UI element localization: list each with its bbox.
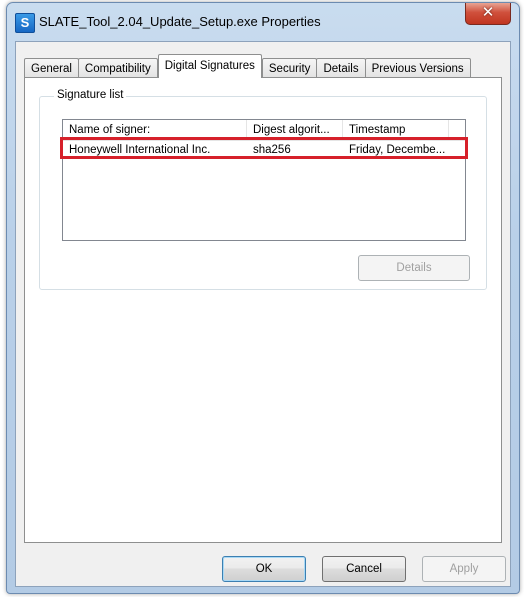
properties-window: S SLATE_Tool_2.04_Update_Setup.exe Prope… <box>6 2 520 594</box>
close-button[interactable]: ✕ <box>465 3 511 25</box>
tab-general[interactable]: General <box>24 58 79 78</box>
signature-list-legend: Signature list <box>54 89 127 101</box>
column-header-timestamp[interactable]: Timestamp <box>343 120 449 140</box>
tab-strip: General Compatibility Digital Signatures… <box>24 54 471 78</box>
digital-signatures-panel: Signature list Name of signer: Digest al… <box>24 77 502 543</box>
column-header-signer[interactable]: Name of signer: <box>63 120 247 140</box>
window-title: SLATE_Tool_2.04_Update_Setup.exe Propert… <box>39 14 321 29</box>
tab-details[interactable]: Details <box>316 58 366 78</box>
timestamp-cell: Friday, Decembe... <box>349 144 446 156</box>
tab-compatibility[interactable]: Compatibility <box>77 58 158 78</box>
details-button[interactable]: Details <box>358 255 470 281</box>
signature-list-group: Signature list Name of signer: Digest al… <box>39 89 487 290</box>
tab-previous-versions[interactable]: Previous Versions <box>364 58 471 78</box>
title-bar[interactable]: S SLATE_Tool_2.04_Update_Setup.exe Prope… <box>7 3 519 41</box>
tab-security[interactable]: Security <box>261 58 318 78</box>
list-header: Name of signer: Digest algorit... Timest… <box>63 120 465 141</box>
cancel-button[interactable]: Cancel <box>322 556 406 582</box>
digest-algorithm-cell: sha256 <box>253 144 291 156</box>
signer-name-cell: Honeywell International Inc. <box>69 144 211 156</box>
dialog-client-area: General Compatibility Digital Signatures… <box>15 41 511 587</box>
close-icon: ✕ <box>481 4 495 21</box>
apply-button[interactable]: Apply <box>422 556 506 582</box>
column-header-digest[interactable]: Digest algorit... <box>247 120 343 140</box>
ok-button[interactable]: OK <box>222 556 306 582</box>
signature-listview[interactable]: Name of signer: Digest algorit... Timest… <box>62 119 466 241</box>
tab-digital-signatures[interactable]: Digital Signatures <box>157 54 262 78</box>
app-icon: S <box>15 13 35 33</box>
signature-row[interactable]: Honeywell International Inc. sha256 Frid… <box>63 141 465 159</box>
